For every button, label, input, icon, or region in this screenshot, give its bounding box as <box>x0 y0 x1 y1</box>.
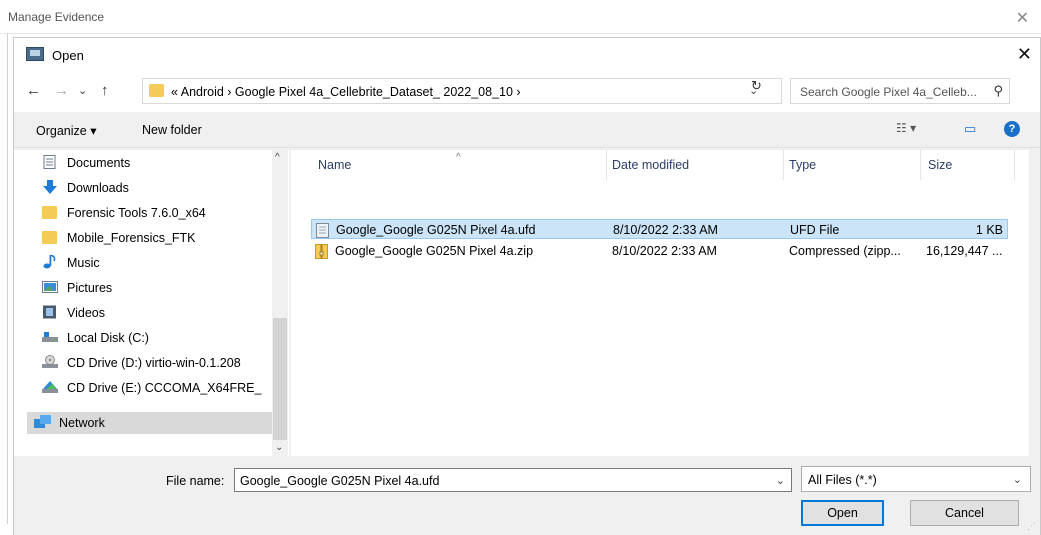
address-bar[interactable]: « Android › Google Pixel 4a_Cellebrite_D… <box>142 78 782 104</box>
sidebar-item-label: CD Drive (D:) virtio-win-0.1.208 <box>67 356 241 370</box>
manage-evidence-edge <box>0 34 8 524</box>
sidebar-item-cd-drive-d[interactable]: CD Drive (D:) virtio-win-0.1.208 <box>42 352 282 374</box>
column-separator[interactable] <box>920 150 921 180</box>
forward-arrow-icon[interactable]: → <box>54 82 69 99</box>
file-name-label: File name: <box>166 474 225 488</box>
up-arrow-icon[interactable]: ↑ <box>101 82 109 99</box>
file-name-cell: Google_Google G025N Pixel 4a.ufd <box>336 223 536 237</box>
cancel-button[interactable]: Cancel <box>910 500 1019 526</box>
pictures-icon <box>42 280 58 294</box>
column-separator[interactable] <box>1014 150 1015 180</box>
manage-evidence-titlebar: Manage Evidence ✕ <box>0 0 1041 34</box>
open-dialog: Open ✕ ← → ⌄ ↑ « Android › Google Pixel … <box>13 37 1041 535</box>
resize-grip[interactable]: ⋰ <box>1027 521 1036 532</box>
dialog-title: Open <box>52 48 84 63</box>
sidebar-item-label: Pictures <box>67 281 113 295</box>
sidebar-item-pictures[interactable]: Pictures <box>42 277 282 299</box>
manage-evidence-close-icon[interactable]: ✕ <box>1016 8 1029 28</box>
cd-drive-icon <box>42 380 58 394</box>
refresh-icon[interactable]: ↻ <box>751 78 762 94</box>
sidebar-item-label: Network <box>59 416 105 430</box>
sidebar-item-forensic-tools[interactable]: Forensic Tools 7.6.0_x64 <box>42 202 282 224</box>
sidebar-item-label: Music <box>67 256 100 270</box>
scrollbar-thumb[interactable] <box>273 318 287 440</box>
scroll-down-icon[interactable]: ⌄ <box>275 442 283 453</box>
address-path[interactable]: « Android › Google Pixel 4a_Cellebrite_D… <box>171 85 521 99</box>
file-type-dropdown-icon[interactable]: ⌄ <box>1013 473 1022 486</box>
command-toolbar: Organize ▾ New folder ☷ ▾ ▭ ? <box>14 112 1040 148</box>
music-icon <box>42 254 58 269</box>
navigation-scrollbar[interactable]: ^ ⌄ <box>272 150 288 456</box>
sidebar-item-label: Mobile_Forensics_FTK <box>67 231 196 245</box>
file-name-cell: Google_Google G025N Pixel 4a.zip <box>335 244 534 258</box>
file-list-pane: Name ^ Date modified Type Size Google_Go… <box>291 150 1029 456</box>
sidebar-item-label: Downloads <box>67 181 129 195</box>
file-date-cell: 8/10/2022 2:33 AM <box>612 244 717 258</box>
file-type-value: All Files (*.*) <box>808 473 877 487</box>
file-row-zip[interactable]: Google_Google G025N Pixel 4a.zip 8/10/20… <box>311 241 1008 261</box>
manage-evidence-title: Manage Evidence <box>8 10 105 24</box>
sidebar-item-mobile-forensics[interactable]: Mobile_Forensics_FTK <box>42 227 282 249</box>
sidebar-item-cd-drive-e[interactable]: CD Drive (E:) CCCOMA_X64FRE_ <box>42 377 282 399</box>
sidebar-item-label: Local Disk (C:) <box>67 331 149 345</box>
sidebar-item-label: Documents <box>67 156 131 170</box>
column-header-size[interactable]: Size <box>928 158 952 172</box>
search-icon[interactable]: ⚲ <box>993 83 1003 99</box>
column-header-date-modified[interactable]: Date modified <box>612 158 689 172</box>
dialog-close-icon[interactable]: ✕ <box>1017 44 1032 65</box>
recent-locations-icon[interactable]: ⌄ <box>78 84 87 97</box>
search-placeholder: Search Google Pixel 4a_Celleb... <box>800 85 977 99</box>
ufd-file-icon <box>316 223 330 238</box>
sidebar-item-videos[interactable]: Videos <box>42 302 282 324</box>
folder-icon <box>149 84 164 97</box>
open-button[interactable]: Open <box>801 500 884 526</box>
column-header-name[interactable]: Name <box>318 158 351 172</box>
file-name-field[interactable]: Google_Google G025N Pixel 4a.ufd ⌄ <box>234 468 792 492</box>
preview-pane-icon[interactable]: ▭ <box>964 121 976 137</box>
sort-ascending-icon: ^ <box>456 152 461 163</box>
file-type-cell: UFD File <box>790 223 840 237</box>
organize-button[interactable]: Organize ▾ <box>36 123 96 138</box>
videos-icon <box>42 305 58 319</box>
help-icon[interactable]: ? <box>1004 121 1020 137</box>
file-size-cell: 1 KB <box>975 223 1003 237</box>
sidebar-item-label: Videos <box>67 306 105 320</box>
new-folder-button[interactable]: New folder <box>142 123 202 137</box>
downloads-icon <box>42 180 58 194</box>
documents-icon <box>42 155 58 169</box>
sidebar-item-documents[interactable]: Documents <box>42 152 282 174</box>
cd-drive-icon <box>42 355 58 369</box>
column-separator[interactable] <box>606 150 607 180</box>
folder-icon <box>42 230 58 244</box>
file-date-cell: 8/10/2022 2:33 AM <box>613 223 718 237</box>
sidebar-item-downloads[interactable]: Downloads <box>42 177 282 199</box>
file-name-value[interactable]: Google_Google G025N Pixel 4a.ufd <box>240 474 439 488</box>
sidebar-item-label: CD Drive (E:) CCCOMA_X64FRE_ <box>67 381 262 395</box>
back-arrow-icon[interactable]: ← <box>26 82 41 99</box>
sidebar-item-local-disk[interactable]: Local Disk (C:) <box>42 327 282 349</box>
folder-icon <box>42 205 58 219</box>
navigation-pane: Documents Downloads Forensic Tools 7.6.0… <box>14 150 289 456</box>
file-size-cell: 16,129,447 ... <box>926 244 1003 258</box>
file-type-cell: Compressed (zipp... <box>789 244 901 258</box>
navigation-bar: ← → ⌄ ↑ « Android › Google Pixel 4a_Cell… <box>14 72 1040 112</box>
file-row-ufd[interactable]: Google_Google G025N Pixel 4a.ufd 8/10/20… <box>311 219 1008 239</box>
sidebar-item-label: Forensic Tools 7.6.0_x64 <box>67 206 206 220</box>
sidebar-item-music[interactable]: Music <box>42 252 282 274</box>
zip-file-icon <box>315 244 329 259</box>
dialog-titlebar: Open ✕ <box>14 38 1040 72</box>
file-name-dropdown-icon[interactable]: ⌄ <box>776 474 785 487</box>
drive-icon <box>42 330 58 344</box>
column-separator[interactable] <box>783 150 784 180</box>
sidebar-item-network[interactable]: Network <box>27 412 285 434</box>
column-header-type[interactable]: Type <box>789 158 816 172</box>
dialog-footer: File name: Google_Google G025N Pixel 4a.… <box>14 456 1040 535</box>
file-type-select[interactable]: All Files (*.*) ⌄ <box>801 466 1031 492</box>
scroll-up-icon[interactable]: ^ <box>275 152 280 163</box>
network-icon <box>34 415 51 429</box>
dialog-app-icon <box>26 47 44 61</box>
search-input[interactable]: Search Google Pixel 4a_Celleb... ⚲ <box>790 78 1010 104</box>
change-view-icon[interactable]: ☷ ▾ <box>896 121 916 135</box>
column-header-row: Name ^ Date modified Type Size <box>291 150 1029 180</box>
